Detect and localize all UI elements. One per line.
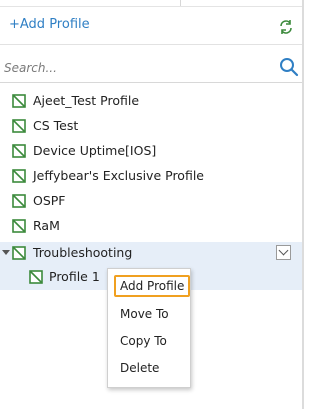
tree-item-label: Ajeet_Test Profile: [33, 93, 140, 108]
search-row: [0, 52, 302, 83]
menu-item-copy-to[interactable]: Copy To: [108, 329, 190, 353]
tree-item-jeffybear-profile[interactable]: Jeffybear's Exclusive Profile: [0, 165, 302, 189]
profile-icon: [29, 270, 43, 284]
profile-icon: [12, 119, 26, 133]
tree-item-cs-test[interactable]: CS Test: [0, 115, 302, 139]
tree-item-ajeet-test-profile[interactable]: Ajeet_Test Profile: [0, 90, 302, 114]
context-menu: Add Profile Move To Copy To Delete: [107, 268, 191, 388]
tree-item-label: OSPF: [33, 193, 66, 208]
top-bar-divider: [180, 0, 181, 6]
menu-item-label: Add Profile: [120, 279, 185, 293]
tree-item-troubleshooting[interactable]: Troubleshooting: [0, 242, 302, 266]
profile-icon: [12, 246, 26, 260]
menu-item-label: Delete: [120, 361, 160, 375]
profile-icon: [12, 169, 26, 183]
menu-item-label: Copy To: [120, 334, 167, 348]
tree-item-ram[interactable]: RaM: [0, 215, 302, 239]
tree-item-device-uptime[interactable]: Device Uptime[IOS]: [0, 140, 302, 164]
tree-item-label: Device Uptime[IOS]: [33, 143, 157, 158]
add-profile-link[interactable]: +Add Profile: [9, 17, 90, 32]
tree-item-label: Profile 1: [49, 269, 100, 284]
search-input[interactable]: [2, 56, 271, 80]
tree-item-label: Jeffybear's Exclusive Profile: [33, 168, 204, 183]
menu-item-move-to[interactable]: Move To: [108, 302, 190, 326]
panel-right-border: [302, 0, 304, 409]
tree-item-label: CS Test: [33, 118, 79, 133]
profile-icon: [12, 144, 26, 158]
expand-icon[interactable]: [2, 250, 10, 255]
menu-item-label: Move To: [120, 307, 169, 321]
refresh-icon[interactable]: [277, 18, 295, 36]
menu-item-add-profile[interactable]: Add Profile: [114, 275, 190, 297]
profile-icon: [12, 219, 26, 233]
tree-item-ospf[interactable]: OSPF: [0, 190, 302, 214]
menu-item-delete[interactable]: Delete: [108, 356, 190, 380]
item-options-dropdown-button[interactable]: [276, 245, 291, 260]
profile-icon: [12, 194, 26, 208]
panel-header: +Add Profile: [0, 8, 302, 45]
tree-item-label: Troubleshooting: [33, 245, 133, 260]
tree-item-label: RaM: [33, 218, 60, 233]
search-icon[interactable]: [279, 57, 299, 77]
chevron-down-icon: [278, 245, 289, 256]
profile-icon: [12, 94, 26, 108]
top-bar-stub: [0, 0, 304, 7]
